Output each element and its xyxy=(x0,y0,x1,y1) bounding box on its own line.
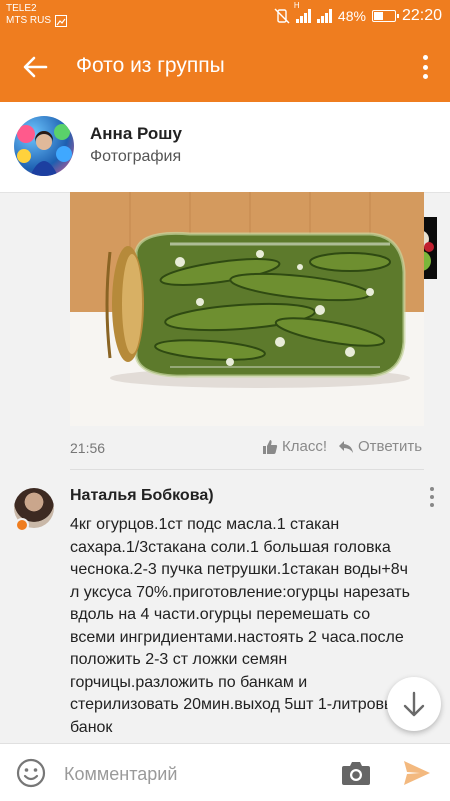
mute-vibrate-icon xyxy=(274,8,290,24)
battery-percent: 48% xyxy=(337,8,366,24)
page-title: Фото из группы xyxy=(76,54,225,77)
gallery-notification-icon xyxy=(55,15,67,27)
app-bar: Фото из группы xyxy=(0,32,450,102)
divider xyxy=(70,469,424,470)
camera-icon[interactable] xyxy=(341,759,371,787)
arrow-left-icon[interactable] xyxy=(22,54,48,80)
post-header xyxy=(0,102,450,279)
carrier-2: MTS RUS xyxy=(6,15,51,26)
reply-label: Ответить xyxy=(358,438,423,455)
reply-icon xyxy=(339,440,353,453)
send-icon[interactable] xyxy=(402,759,432,787)
commenter-name[interactable]: Наталья Бобкова) xyxy=(70,487,214,505)
comment-more-icon[interactable] xyxy=(430,487,435,507)
post-time: 21:56 xyxy=(70,440,106,456)
comment-input[interactable] xyxy=(62,758,326,790)
status-bar: TELE2 MTS RUS H 48% 22:20 xyxy=(0,0,450,32)
author-name[interactable]: Анна Рошу xyxy=(90,124,182,144)
network-type-label: H xyxy=(293,1,300,10)
carrier-1: TELE2 xyxy=(6,3,37,14)
online-status-dot xyxy=(15,518,29,532)
carrier-info: TELE2 MTS RUS xyxy=(6,3,67,27)
post-photo[interactable] xyxy=(70,192,424,426)
signal-strength-icon-2 xyxy=(316,9,332,23)
post-type-label: Фотография xyxy=(90,148,182,165)
smiley-icon[interactable] xyxy=(16,758,46,788)
scroll-down-button[interactable] xyxy=(387,677,441,731)
comment-composer xyxy=(0,743,450,801)
signal-strength-icon-1 xyxy=(295,9,311,23)
like-button[interactable]: Класс! xyxy=(262,438,327,455)
clock: 22:20 xyxy=(401,7,442,24)
like-label: Класс! xyxy=(282,438,327,455)
reply-button[interactable]: Ответить xyxy=(338,438,422,455)
more-vertical-icon[interactable] xyxy=(422,55,428,79)
comment-text: 4кг огурцов.1ст подс масла.1 стакан саха… xyxy=(70,516,410,736)
author-avatar[interactable] xyxy=(14,116,74,176)
arrow-down-icon xyxy=(403,691,425,717)
thumbs-up-icon xyxy=(263,439,278,454)
battery-icon xyxy=(371,10,399,22)
status-right: H 48% 22:20 xyxy=(274,1,442,25)
